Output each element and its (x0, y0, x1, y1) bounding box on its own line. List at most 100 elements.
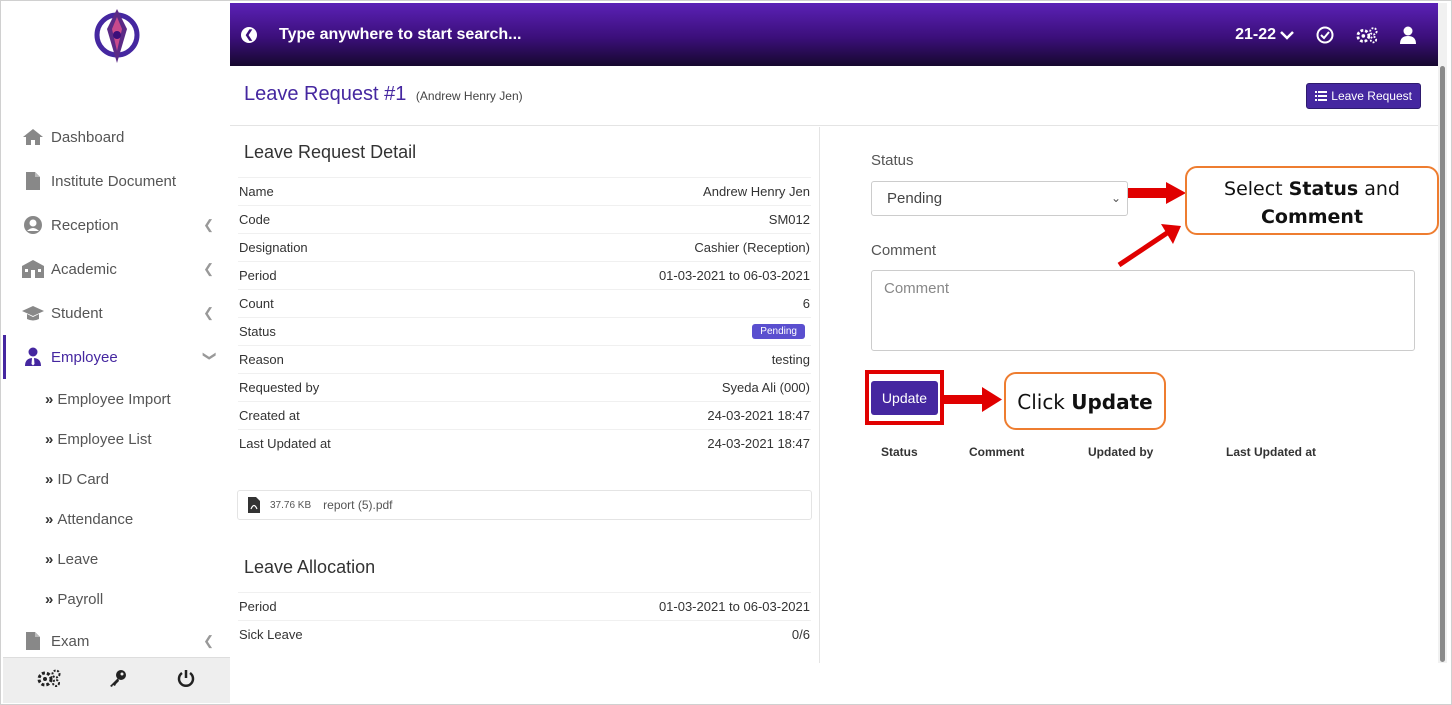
callout-text: and (1358, 178, 1400, 200)
callout-text: Select (1224, 178, 1289, 200)
attachment-name: report (5).pdf (323, 498, 393, 512)
graduation-cap-icon (21, 302, 45, 324)
callout-bold-comment: Comment (1260, 206, 1364, 228)
sidebar-subitem-id-card[interactable]: » ID Card (3, 459, 230, 499)
row-key: Code (239, 212, 271, 227)
double-chevron-right-icon: » (45, 390, 54, 408)
callout-click-update: Click Update (1004, 372, 1166, 430)
history-table-header: Status Comment Updated by Last Updated a… (881, 445, 1401, 459)
sidebar-item-dashboard[interactable]: Dashboard (3, 115, 230, 159)
chevron-down-icon: ⌄ (1110, 191, 1121, 205)
double-chevron-right-icon: » (45, 510, 54, 528)
sidebar-subitem-label: Payroll (57, 590, 104, 608)
page-subtitle: (Andrew Henry Jen) (415, 89, 523, 103)
arrow-left-circle-icon[interactable]: ❮ (241, 26, 257, 43)
cogs-icon[interactable] (1356, 26, 1378, 44)
double-chevron-right-icon: » (45, 550, 54, 568)
update-button[interactable]: Update (871, 381, 938, 415)
sidebar-footer (3, 657, 230, 703)
history-col-updated-by: Updated by (1088, 445, 1154, 459)
sidebar-subitem-employee-import[interactable]: » Employee Import (3, 379, 230, 419)
row-key: Name (239, 184, 274, 199)
row-value: Cashier (Reception) (694, 240, 810, 255)
allocation-title: Leave Allocation (244, 557, 376, 577)
session-selector[interactable]: 21-22 (1235, 26, 1294, 44)
session-label: 21-22 (1235, 25, 1276, 43)
row-key: Sick Leave (239, 627, 303, 642)
key-icon[interactable] (108, 668, 128, 694)
attachment-file[interactable]: 37.76 KB report (5).pdf (237, 490, 812, 520)
arrow-right-icon (1128, 182, 1186, 204)
sidebar-item-student[interactable]: Student ❮ (3, 291, 230, 335)
table-row: Reason testing (238, 345, 811, 373)
row-value: 6 (802, 296, 810, 311)
row-value: 24-03-2021 18:47 (707, 408, 810, 423)
sidebar-subitem-leave[interactable]: » Leave (3, 539, 230, 579)
sidebar-nav: Dashboard Institute Document Reception ❮… (3, 115, 230, 663)
status-label: Status (871, 152, 914, 169)
user-icon[interactable] (1400, 26, 1416, 44)
double-chevron-right-icon: » (45, 430, 54, 448)
row-value: 0/6 (791, 627, 810, 642)
table-row: Code SM012 (238, 205, 811, 233)
row-value: 01-03-2021 to 06-03-2021 (658, 599, 810, 614)
sidebar-item-label: Student (51, 304, 103, 322)
sidebar-subitem-employee-list[interactable]: » Employee List (3, 419, 230, 459)
logo[interactable] (3, 3, 230, 69)
sidebar-subitem-payroll[interactable]: » Payroll (3, 579, 230, 619)
table-row: Designation Cashier (Reception) (238, 233, 811, 261)
comment-textarea[interactable]: Comment (871, 270, 1415, 351)
sidebar-item-academic[interactable]: Academic ❮ (3, 247, 230, 291)
user-circle-icon (21, 214, 45, 236)
sidebar-subitem-attendance[interactable]: » Attendance (3, 499, 230, 539)
status-select[interactable]: Pending ⌄ (871, 181, 1128, 216)
sidebar: Dashboard Institute Document Reception ❮… (3, 3, 230, 703)
callout-bold-update: Update (1071, 390, 1153, 414)
table-row: Period 01-03-2021 to 06-03-2021 (238, 592, 811, 620)
sidebar-subitem-label: Leave (57, 550, 99, 568)
logo-icon (94, 9, 139, 63)
sidebar-item-label: Employee (51, 348, 118, 366)
chevron-left-icon: ❮ (203, 633, 214, 648)
top-header: ❮ Type anywhere to start search... 21-22 (230, 3, 1438, 66)
check-circle-icon[interactable] (1316, 26, 1334, 44)
leave-request-list-button[interactable]: Leave Request (1306, 83, 1421, 109)
row-value: testing (771, 352, 810, 367)
row-value: Andrew Henry Jen (703, 184, 810, 199)
sidebar-item-employee[interactable]: Employee ❮ (3, 335, 230, 379)
chevron-left-icon: ❮ (203, 305, 214, 320)
pdf-file-icon (248, 497, 260, 513)
power-icon[interactable] (176, 668, 196, 694)
scrollbar-thumb[interactable] (1440, 66, 1445, 662)
sidebar-item-institute-document[interactable]: Institute Document (3, 159, 230, 203)
row-key: Period (239, 599, 277, 614)
home-icon (21, 126, 45, 148)
sidebar-item-label: Exam (51, 632, 90, 650)
sidebar-subitem-label: Attendance (57, 510, 134, 528)
row-key: Designation (239, 240, 308, 255)
sidebar-item-label: Dashboard (51, 128, 125, 146)
table-row: Count 6 (238, 289, 811, 317)
page-title: Leave Request #1 (Andrew Henry Jen) (244, 83, 523, 106)
row-value: 24-03-2021 18:47 (707, 436, 810, 451)
callout-text: Click (1017, 390, 1072, 414)
detail-title: Leave Request Detail (244, 142, 417, 162)
row-key: Requested by (239, 380, 320, 395)
status-select-value: Pending (887, 190, 943, 207)
table-row: Created at 24-03-2021 18:47 (238, 401, 811, 429)
sidebar-item-reception[interactable]: Reception ❮ (3, 203, 230, 247)
callout-bold-status: Status (1288, 178, 1359, 200)
attachment-size: 37.76 KB (270, 499, 312, 511)
cogs-icon[interactable] (37, 669, 61, 693)
table-row: Sick Leave 0/6 (238, 620, 811, 648)
global-search-input[interactable]: Type anywhere to start search... (279, 26, 521, 44)
status-badge: Pending (752, 324, 805, 339)
double-chevron-right-icon: » (45, 590, 54, 608)
table-row: Requested by Syeda Ali (000) (238, 373, 811, 401)
row-key: Last Updated at (239, 436, 331, 451)
leave-detail-panel: Leave Request Detail Name Andrew Henry Je… (230, 127, 820, 663)
row-key: Status (239, 324, 276, 339)
page-title-text: Leave Request #1 (244, 83, 407, 105)
history-col-status: Status (881, 445, 918, 459)
table-row: Status Pending (238, 317, 811, 345)
